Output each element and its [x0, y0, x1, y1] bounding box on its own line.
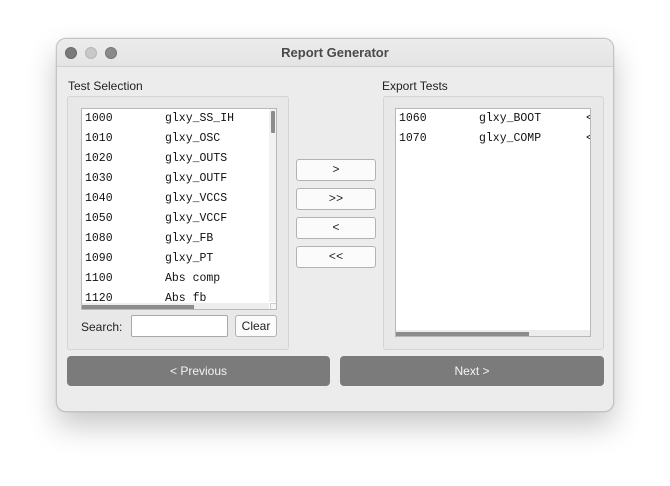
- test-code: 1000: [85, 112, 113, 125]
- export-list-horizontal-scroll-thumb[interactable]: [396, 332, 529, 336]
- test-selection-label: Test Selection: [68, 79, 143, 93]
- test-name: glxy_COMP: [479, 132, 542, 145]
- export-list-horizontal-scrollbar[interactable]: [396, 330, 590, 336]
- test-code: 1040: [85, 192, 113, 205]
- clear-button[interactable]: Clear: [235, 315, 277, 337]
- remove-selected-button[interactable]: <: [296, 217, 376, 239]
- test-name: glxy_OSC: [165, 132, 221, 145]
- test-name: glxy_PT: [165, 252, 214, 265]
- list-item[interactable]: 1070 glxy_COMP <: [399, 129, 590, 149]
- search-input[interactable]: [131, 315, 228, 337]
- test-code: 1020: [85, 152, 113, 165]
- test-name: glxy_VCCS: [165, 192, 228, 205]
- test-name: glxy_BOOT: [479, 112, 542, 125]
- list-item[interactable]: 1090 glxy_PT: [85, 249, 213, 269]
- test-list-vertical-scrollbar[interactable]: [269, 109, 276, 302]
- test-list-horizontal-scrollbar[interactable]: [82, 303, 269, 309]
- export-tests-list[interactable]: 1060 glxy_BOOT <1070 glxy_COMP <: [395, 108, 591, 337]
- list-item[interactable]: 1050 glxy_VCCF: [85, 209, 227, 229]
- test-code: 1050: [85, 212, 113, 225]
- scroll-corner: [270, 303, 276, 309]
- test-name: glxy_VCCF: [165, 212, 228, 225]
- window-title: Report Generator: [281, 45, 389, 60]
- title-bar[interactable]: Report Generator: [57, 39, 613, 67]
- list-item[interactable]: 1040 glxy_VCCS: [85, 189, 227, 209]
- search-label: Search:: [81, 320, 123, 334]
- list-item[interactable]: 1020 glxy_OUTS: [85, 149, 227, 169]
- test-code: 1090: [85, 252, 113, 265]
- test-code: 1010: [85, 132, 113, 145]
- remove-all-button[interactable]: <<: [296, 246, 376, 268]
- test-name: glxy_FB: [165, 232, 214, 245]
- previous-button[interactable]: < Previous: [67, 356, 330, 386]
- test-list-horizontal-scroll-thumb[interactable]: [82, 305, 194, 309]
- test-name: glxy_OUTF: [165, 172, 228, 185]
- test-code: 1060: [399, 112, 427, 125]
- test-name: glxy_OUTS: [165, 152, 228, 165]
- report-generator-window: Report Generator Test Selection 1000 glxy…: [56, 38, 614, 412]
- list-item[interactable]: 1010 glxy_OSC: [85, 129, 220, 149]
- list-item[interactable]: 1080 glxy_FB: [85, 229, 213, 249]
- next-button[interactable]: Next >: [340, 356, 604, 386]
- test-selection-list[interactable]: 1000 glxy_SS_IH 1010 glxy_OSC 1020 glxy_OUTS 1…: [81, 108, 277, 310]
- truncated-text: <: [586, 109, 590, 129]
- add-all-button[interactable]: >>: [296, 188, 376, 210]
- list-item[interactable]: 1100 Abs comp: [85, 269, 220, 289]
- test-code: 1100: [85, 272, 113, 285]
- test-code: 1080: [85, 232, 113, 245]
- test-name: Abs comp: [165, 272, 221, 285]
- test-code: 1070: [399, 132, 427, 145]
- list-item[interactable]: 1060 glxy_BOOT <: [399, 109, 590, 129]
- test-list-vertical-scroll-thumb[interactable]: [271, 111, 275, 133]
- truncated-text: <: [586, 129, 590, 149]
- test-code: 1030: [85, 172, 113, 185]
- add-selected-button[interactable]: >: [296, 159, 376, 181]
- test-name: glxy_SS_IH: [165, 112, 235, 125]
- list-item[interactable]: 1030 glxy_OUTF: [85, 169, 227, 189]
- list-item[interactable]: 1000 glxy_SS_IH: [85, 109, 234, 129]
- export-tests-label: Export Tests: [382, 79, 448, 93]
